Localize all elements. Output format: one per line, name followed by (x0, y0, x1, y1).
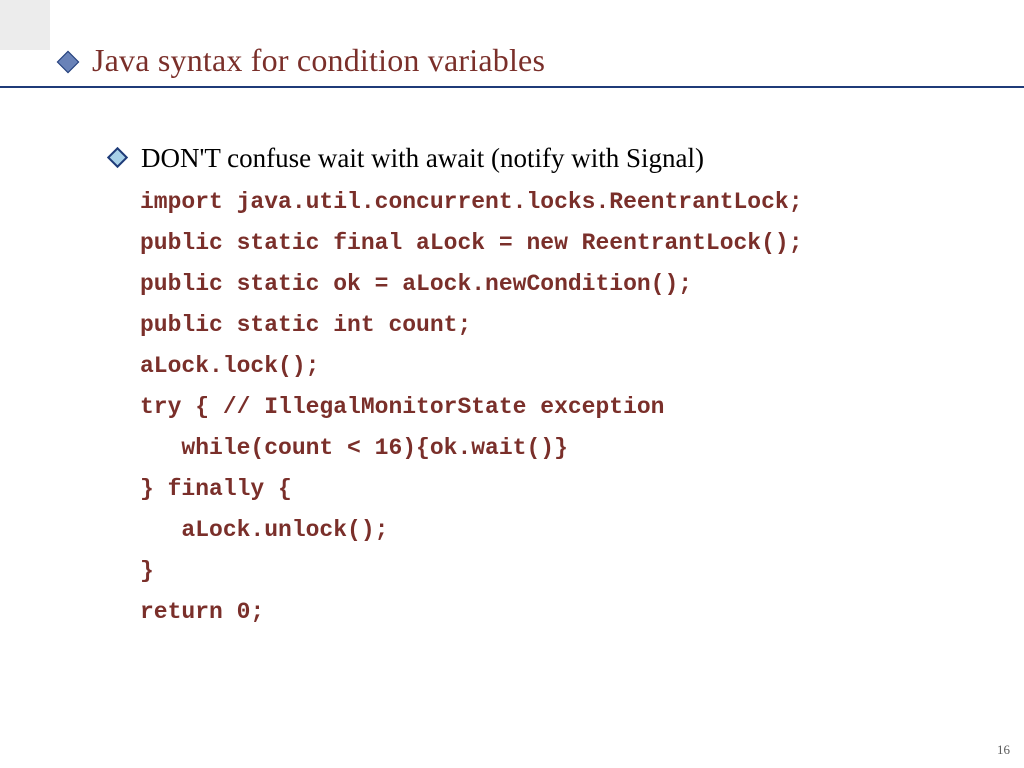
code-line: } finally { (140, 469, 964, 510)
code-line: } (140, 551, 964, 592)
corner-block (0, 0, 50, 50)
code-line: try { // IllegalMonitorState exception (140, 387, 964, 428)
title-divider (0, 86, 1024, 88)
code-block: import java.util.concurrent.locks.Reentr… (140, 182, 964, 632)
bullet-text: DON'T confuse wait with await (notify wi… (141, 140, 704, 176)
code-line: public static ok = aLock.newCondition(); (140, 264, 964, 305)
bullet-item: DON'T confuse wait with await (notify wi… (110, 140, 964, 176)
code-line: public static final aLock = new Reentran… (140, 223, 964, 264)
slide-title: Java syntax for condition variables (92, 42, 545, 79)
diamond-bullet-icon (57, 51, 80, 74)
code-line: return 0; (140, 592, 964, 633)
code-line: aLock.lock(); (140, 346, 964, 387)
slide: Java syntax for condition variables DON'… (0, 0, 1024, 768)
code-line: public static int count; (140, 305, 964, 346)
code-line: import java.util.concurrent.locks.Reentr… (140, 182, 964, 223)
slide-title-row: Java syntax for condition variables (60, 35, 1014, 85)
diamond-sub-bullet-icon (107, 147, 128, 168)
code-line: aLock.unlock(); (140, 510, 964, 551)
slide-content: DON'T confuse wait with await (notify wi… (110, 140, 964, 633)
page-number: 16 (997, 742, 1010, 758)
code-line: while(count < 16){ok.wait()} (140, 428, 964, 469)
